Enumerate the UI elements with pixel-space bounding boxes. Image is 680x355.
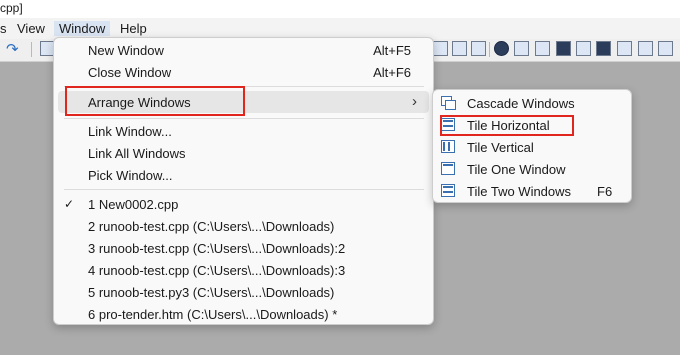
toolbar-separator xyxy=(489,42,490,57)
align-icon[interactable] xyxy=(535,41,550,56)
submenu-tile-one-window[interactable]: Tile One Window xyxy=(433,158,631,180)
tool-icon[interactable] xyxy=(576,41,591,56)
p-badge-icon[interactable] xyxy=(494,41,509,56)
annotation-highlight-tile-horizontal xyxy=(440,115,574,136)
submenu-tile-vertical[interactable]: Tile Vertical xyxy=(433,136,631,158)
menu-item-partial[interactable]: s xyxy=(0,21,7,36)
arrange-windows-submenu: Cascade Windows Tile Horizontal Tile Ver… xyxy=(432,89,632,203)
window-layout-icon[interactable] xyxy=(433,41,448,56)
menu-new-window[interactable]: New Window Alt+F5 xyxy=(54,39,433,61)
window-layout-icon[interactable] xyxy=(471,41,486,56)
menu-window-item-5[interactable]: 5 runoob-test.py3 (C:\Users\...\Download… xyxy=(54,281,433,303)
menu-pick-window[interactable]: Pick Window... xyxy=(54,164,433,186)
window-menu: New Window Alt+F5 Close Window Alt+F6 Ar… xyxy=(53,37,434,325)
title-bar: cpp] xyxy=(0,0,680,18)
menu-item-window[interactable]: Window xyxy=(54,21,111,36)
menu-item-view[interactable]: View xyxy=(17,21,45,36)
resize-icon[interactable] xyxy=(514,41,529,56)
menu-window-item-1[interactable]: ✓ 1 New0002.cpp xyxy=(54,193,433,215)
menu-separator xyxy=(64,189,424,190)
submenu-tile-two-windows[interactable]: Tile Two Windows F6 xyxy=(433,180,631,202)
menu-separator xyxy=(64,118,424,119)
menu-window-item-2[interactable]: 2 runoob-test.cpp (C:\Users\...\Download… xyxy=(54,215,433,237)
s-icon[interactable] xyxy=(556,41,571,56)
toolbar-separator xyxy=(31,42,32,57)
cascade-windows-icon xyxy=(441,96,456,110)
menu-bar: s View Window Help xyxy=(0,18,680,39)
tile-vertical-icon xyxy=(441,140,455,153)
menu-close-window[interactable]: Close Window Alt+F6 xyxy=(54,61,433,83)
annotation-highlight-arrange-windows xyxy=(65,86,245,116)
menu-window-item-6[interactable]: 6 pro-tender.htm (C:\Users\...\Downloads… xyxy=(54,303,433,325)
bird-icon[interactable] xyxy=(658,41,673,56)
menu-link-window[interactable]: Link Window... xyxy=(54,120,433,142)
tool-icon[interactable] xyxy=(617,41,632,56)
menu-window-item-3[interactable]: 3 runoob-test.cpp (C:\Users\...\Download… xyxy=(54,237,433,259)
submenu-cascade-windows[interactable]: Cascade Windows xyxy=(433,92,631,114)
chevron-right-icon: › xyxy=(412,93,417,110)
menu-window-item-4[interactable]: 4 runoob-test.cpp (C:\Users\...\Download… xyxy=(54,259,433,281)
tool-icon[interactable] xyxy=(638,41,653,56)
window-layout-icon[interactable] xyxy=(452,41,467,56)
menu-item-help[interactable]: Help xyxy=(120,21,147,36)
tile-two-windows-icon xyxy=(441,184,455,197)
checkmark-icon: ✓ xyxy=(64,197,75,211)
tile-one-window-icon xyxy=(441,162,455,175)
help-icon[interactable] xyxy=(596,41,611,56)
window-title: cpp] xyxy=(0,1,23,15)
menu-link-all-windows[interactable]: Link All Windows xyxy=(54,142,433,164)
redo-icon[interactable]: ↷ xyxy=(6,40,19,58)
